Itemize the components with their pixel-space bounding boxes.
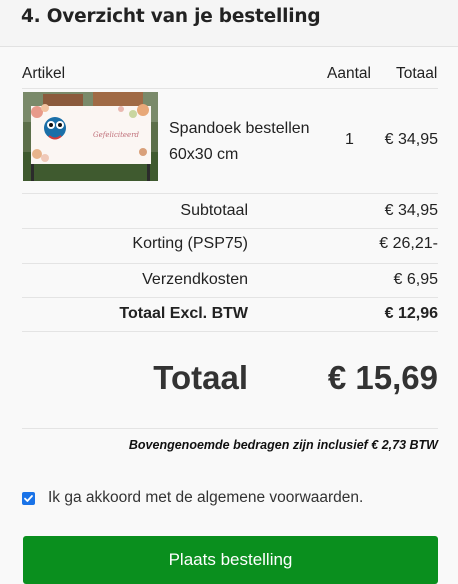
divider [22, 263, 438, 264]
terms-label[interactable]: Ik ga akkoord met de algemene voorwaarde… [48, 489, 363, 507]
discount-value: € 26,21- [379, 235, 438, 252]
check-icon [24, 494, 33, 502]
product-quantity: 1 [345, 131, 354, 148]
place-order-button[interactable]: Plaats bestelling [23, 536, 438, 584]
product-total: € 34,95 [384, 131, 438, 148]
terms-row: Ik ga akkoord met de algemene voorwaarde… [22, 489, 363, 507]
divider [22, 428, 438, 429]
product-thumbnail: Gefeliciteerd [23, 92, 158, 181]
shipping-value: € 6,95 [393, 271, 438, 288]
product-name-line1: Spandoek bestellen [169, 120, 310, 137]
section-title: 4. Overzicht van je bestelling [21, 6, 321, 27]
divider [22, 228, 438, 229]
product-name: Spandoek bestellen 60x30 cm [169, 116, 310, 168]
discount-label: Korting (PSP75) [132, 235, 248, 252]
divider [22, 331, 438, 332]
divider [22, 193, 438, 194]
column-header-total: Totaal [396, 65, 438, 82]
vat-note: Bovengenoemde bedragen zijn inclusief € … [128, 438, 438, 452]
banner-text: Gefeliciteerd [93, 131, 140, 139]
product-name-line2: 60x30 cm [169, 146, 239, 163]
divider [22, 297, 438, 298]
subtotal-value: € 34,95 [384, 202, 438, 219]
subtotal-label: Subtotaal [180, 202, 248, 219]
terms-checkbox[interactable] [22, 491, 35, 505]
divider [22, 88, 438, 89]
total-excl-label: Totaal Excl. BTW [119, 305, 248, 322]
grand-total-value: € 15,69 [327, 359, 438, 396]
shipping-label: Verzendkosten [142, 271, 248, 288]
grand-total-label: Totaal [153, 359, 248, 396]
column-header-item: Artikel [22, 65, 66, 82]
total-excl-value: € 12,96 [384, 305, 438, 322]
column-header-quantity: Aantal [327, 65, 371, 82]
